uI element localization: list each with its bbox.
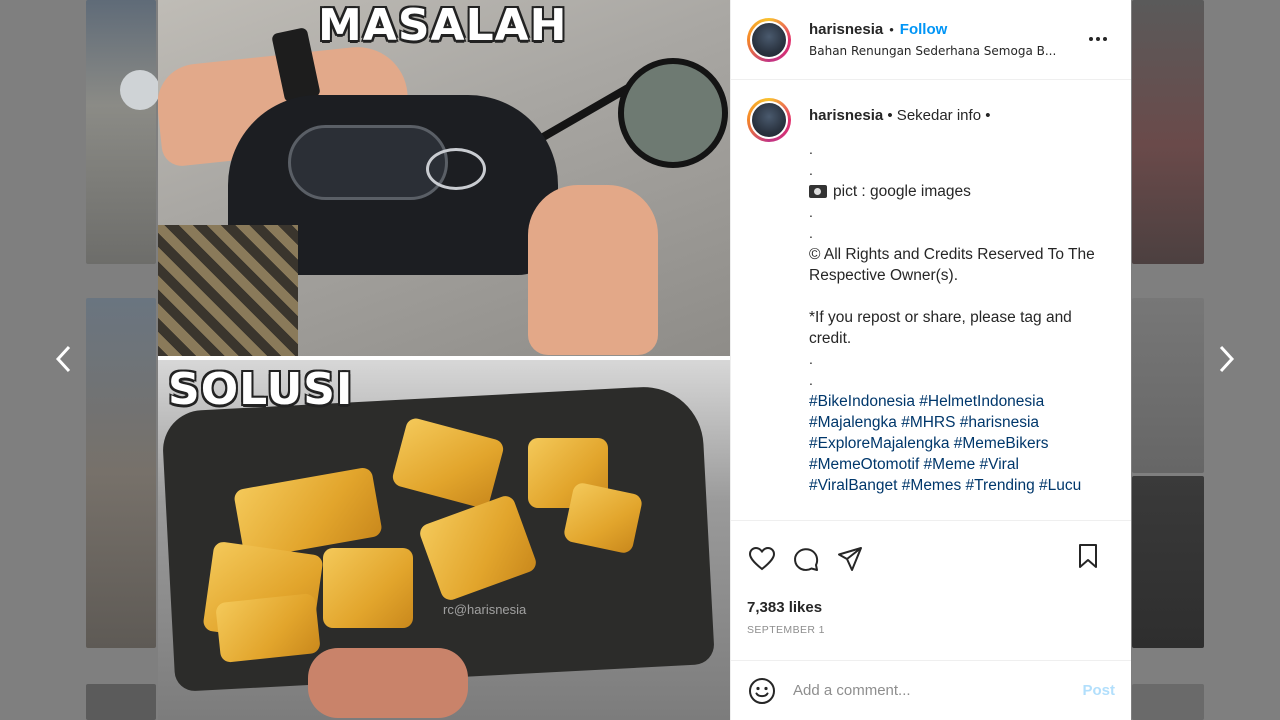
post-image[interactable]: rc@harisnesia MASALAH SOLUSI — [158, 0, 730, 720]
next-post-button[interactable] — [1212, 342, 1240, 376]
background-thumbnail — [1132, 298, 1204, 473]
share-button[interactable] — [835, 544, 865, 574]
heart-icon — [748, 546, 776, 570]
background-thumbnail — [86, 684, 156, 720]
ellipsis-icon — [1089, 37, 1093, 41]
emoji-button[interactable] — [747, 676, 777, 706]
caption: harisnesia • Sekedar info • . . pict : g… — [747, 98, 1115, 496]
caption-line: *If you repost or share, please tag and — [809, 309, 1072, 326]
meme-panel-problem — [158, 0, 730, 358]
post-sidebar: harisnesia • Follow Bahan Renungan Seder… — [730, 0, 1131, 720]
add-comment-bar: Post — [731, 660, 1131, 720]
like-button[interactable] — [747, 544, 777, 574]
hashtag-link[interactable]: #ExploreMajalengka #MemeBikers — [809, 433, 1115, 454]
chevron-left-icon — [55, 345, 71, 373]
post-comment-button[interactable]: Post — [1082, 682, 1115, 699]
image-watermark: rc@harisnesia — [443, 602, 527, 617]
hashtag-link[interactable]: #ViralBanget #Memes #Trending #Lucu — [809, 475, 1115, 496]
background-thumbnail — [86, 298, 156, 648]
caption-line: . — [809, 162, 813, 178]
chevron-right-icon — [1219, 345, 1235, 373]
save-button[interactable] — [1073, 541, 1103, 571]
action-bar — [731, 520, 1131, 596]
bookmark-icon — [1079, 544, 1097, 568]
smiley-icon — [749, 677, 775, 704]
caption-title: • Sekedar info • — [887, 107, 991, 124]
caption-line: . — [809, 225, 813, 241]
background-thumbnail — [86, 0, 160, 264]
post-header: harisnesia • Follow Bahan Renungan Seder… — [731, 0, 1131, 80]
comment-icon — [794, 547, 819, 571]
meme-caption-top: MASALAH — [318, 0, 568, 51]
caption-line: credit. — [809, 330, 852, 347]
comments-section: harisnesia • Sekedar info • . . pict : g… — [731, 80, 1131, 520]
caption-line — [809, 286, 1115, 307]
caption-line: . — [809, 141, 813, 157]
caption-line: . — [809, 351, 813, 367]
hashtag-link[interactable]: #MemeOtomotif #Meme #Viral — [809, 454, 1115, 475]
hashtag-link[interactable]: #BikeIndonesia #HelmetIndonesia — [809, 391, 1115, 412]
follow-button[interactable]: Follow — [900, 21, 948, 38]
previous-post-button[interactable] — [50, 342, 78, 376]
avatar[interactable] — [747, 98, 791, 142]
separator-dot: • — [889, 22, 894, 37]
background-thumbnail — [1132, 0, 1204, 264]
caption-username[interactable]: harisnesia — [809, 107, 883, 124]
caption-line: . — [809, 372, 813, 388]
caption-line: pict : google images — [833, 183, 971, 200]
hashtag-link[interactable]: #Majalengka #MHRS #harisnesia — [809, 412, 1115, 433]
username-link[interactable]: harisnesia — [809, 21, 883, 38]
paper-plane-icon — [838, 546, 862, 571]
avatar[interactable] — [747, 17, 791, 62]
profile-subtitle[interactable]: Bahan Renungan Sederhana Semoga B... — [809, 44, 1056, 58]
caption-line: . — [809, 204, 813, 220]
background-thumbnail — [1132, 684, 1204, 720]
comment-button[interactable] — [791, 544, 821, 574]
post-date[interactable]: SEPTEMBER 1 — [731, 620, 1131, 660]
post-modal: rc@harisnesia MASALAH SOLUSI harisnesia … — [158, 0, 1131, 720]
meme-caption-bottom: SOLUSI — [168, 364, 354, 415]
camera-icon — [809, 185, 827, 198]
caption-line: © All Rights and Credits Reserved To The — [809, 246, 1095, 263]
comment-input[interactable] — [793, 682, 1083, 699]
background-thumbnail — [1132, 476, 1204, 648]
like-count[interactable]: 7,383 likes — [731, 596, 1131, 620]
more-options-button[interactable] — [1087, 30, 1109, 48]
caption-line: Respective Owner(s). — [809, 267, 959, 284]
